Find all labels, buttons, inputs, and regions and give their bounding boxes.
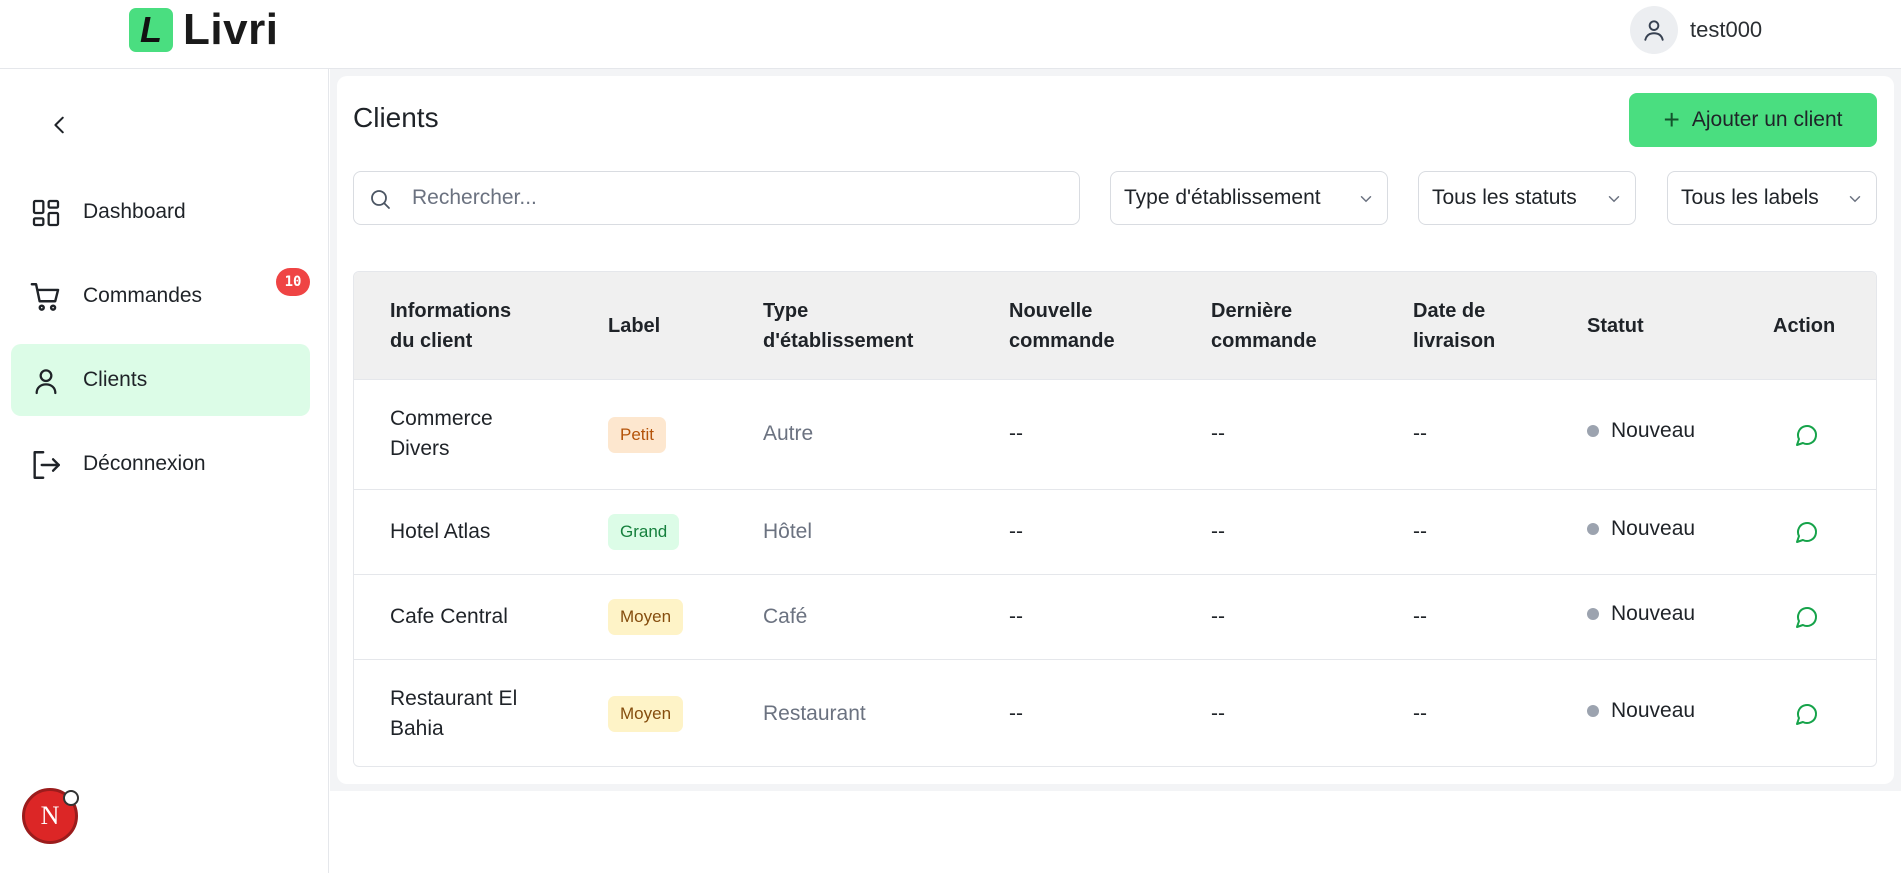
table-header: Informations du client Label Type d'établi… [354,272,1876,380]
top-bar: L Livri test000 [0,0,1901,69]
chevron-down-icon [1849,196,1861,203]
sidebar-item-clients[interactable]: Clients [11,344,310,416]
client-name[interactable]: Hotel Atlas [390,517,490,547]
column-header-label[interactable]: Label [608,311,660,341]
search-input[interactable] [412,180,1062,216]
message-button[interactable] [1793,700,1821,728]
sidebar-item-deconnexion[interactable]: Déconnexion [11,428,310,500]
client-name[interactable]: Commerce Divers [390,404,493,464]
add-client-label: Ajouter un client [1691,108,1843,131]
establishment-type: Café [763,605,808,628]
status-dot [1587,425,1599,437]
client-name[interactable]: Cafe Central [390,602,508,632]
search-icon [371,190,390,209]
labels-value: Tous les labels [1681,186,1819,209]
sidebar-item-label: Dashboard [83,200,186,223]
logo-mark: L [129,8,173,52]
user-menu[interactable]: test000 [1630,6,1762,54]
new-order: -- [1009,520,1023,543]
message-button[interactable] [1793,518,1821,546]
collapse-sidebar-button[interactable] [44,109,76,141]
delivery-date: -- [1413,520,1427,543]
table-row[interactable]: Cafe Central Moyen Café -- -- -- Nouveau [354,575,1876,660]
column-header-action: Action [1773,315,1836,337]
establishment-type: Restaurant [763,702,866,725]
brand-logo[interactable]: L Livri [129,8,278,52]
establishment-type-select[interactable]: Type d'établissement [1110,171,1388,225]
label-badge: Moyen [608,696,684,732]
avatar [1630,6,1678,54]
sidebar-item-label: Commandes [83,284,203,307]
status-badge: Nouveau [1587,517,1695,541]
column-header-type[interactable]: Type d'établissement [763,296,913,356]
column-header-new-order[interactable]: Nouvelle commande [1009,296,1115,356]
search-field[interactable] [353,171,1080,225]
dashboard-icon [29,196,63,230]
label-badge: Petit [608,417,667,453]
status-value: Tous les statuts [1432,186,1577,209]
status-badge: Nouveau [1587,419,1695,443]
logout-icon [29,448,63,482]
chevron-left-icon [54,116,64,134]
sidebar: Dashboard Commandes Clients Déconnexion [0,69,329,873]
delivery-date: -- [1413,702,1427,725]
message-button[interactable] [1793,421,1821,449]
chat-icon [1796,704,1817,725]
orders-count-badge: 10 [276,268,310,296]
chat-icon [1796,522,1817,543]
dev-tools-letter: N [40,801,60,830]
delivery-date: -- [1413,422,1427,445]
labels-select[interactable]: Tous les labels [1667,171,1877,225]
status-dot [1587,608,1599,620]
last-order: -- [1211,605,1225,628]
sidebar-item-label: Déconnexion [83,452,206,475]
table-row[interactable]: Hotel Atlas Grand Hôtel -- -- -- Nouveau [354,490,1876,575]
status-dot [1587,705,1599,717]
new-order: -- [1009,422,1023,445]
delivery-date: -- [1413,605,1427,628]
chevron-down-icon [1608,196,1620,203]
new-order: -- [1009,702,1023,725]
sidebar-item-commandes[interactable]: Commandes [11,260,310,332]
status-select[interactable]: Tous les statuts [1418,171,1636,225]
label-badge: Moyen [608,599,684,635]
label-badge: Grand [608,514,680,550]
chevron-down-icon [1360,196,1372,203]
establishment-type: Hôtel [763,520,813,543]
status-badge: Nouveau [1587,699,1695,723]
dev-tools-indicator [63,790,79,806]
add-client-button[interactable]: + Ajouter un client [1629,93,1877,147]
last-order: -- [1211,520,1225,543]
table-row[interactable]: Commerce Divers Petit Autre -- -- -- Nouv… [354,380,1876,490]
last-order: -- [1211,702,1225,725]
message-button[interactable] [1793,603,1821,631]
user-name: test000 [1690,17,1763,42]
column-header-last-order[interactable]: Dernière commande [1211,296,1317,356]
brand-name: Livri [183,5,279,54]
page-title: Clients [353,102,439,133]
user-icon [29,364,63,398]
status-badge: Nouveau [1587,602,1695,626]
plus-icon: + [1663,104,1680,135]
establishment-type-value: Type d'établissement [1124,186,1321,209]
new-order: -- [1009,605,1023,628]
chat-icon [1796,607,1817,628]
table-row[interactable]: Restaurant El Bahia Moyen Restaurant -- -… [354,660,1876,766]
establishment-type: Autre [763,422,814,445]
status-dot [1587,523,1599,535]
sidebar-item-label: Clients [83,368,148,391]
column-header-status[interactable]: Statut [1587,311,1644,341]
sidebar-item-dashboard[interactable]: Dashboard [11,176,310,248]
cart-icon [29,280,63,314]
user-icon [1644,20,1664,41]
column-header-client[interactable]: Informations du client [390,296,511,356]
clients-table: Informations du client Label Type d'établi… [353,271,1877,767]
last-order: -- [1211,422,1225,445]
client-name[interactable]: Restaurant El Bahia [390,684,517,744]
chat-icon [1796,425,1817,446]
column-header-delivery[interactable]: Date de livraison [1413,296,1495,356]
